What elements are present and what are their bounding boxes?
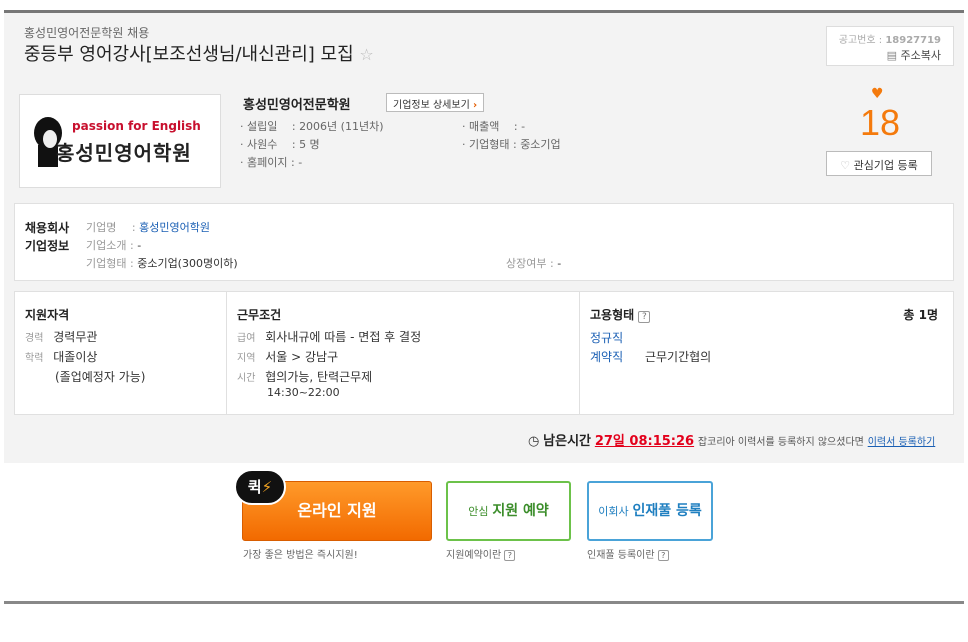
- logo-text-kr: 홍성민영어학원: [56, 141, 192, 165]
- reserve-apply-button[interactable]: 안심 지원 예약: [446, 481, 571, 541]
- employment-type-regular[interactable]: 정규직: [590, 329, 623, 346]
- resume-register-link[interactable]: 이력서 등록하기: [868, 437, 936, 448]
- talent-pool-caption: 인재풀 등록이란 ?: [587, 546, 669, 561]
- employment-type-contract-row: 계약직 근무기간협의: [590, 350, 712, 364]
- heart-icon: ♥: [871, 86, 884, 102]
- revenue-row: · 매출액 : -: [462, 120, 526, 133]
- bottom-line: [4, 601, 964, 604]
- star-icon[interactable]: ☆: [359, 45, 373, 64]
- clock-icon: ◷: [528, 434, 540, 449]
- page-title: 중등부 영어강사[보조선생님/내신관리] 모집 ☆: [24, 44, 374, 65]
- deadline-row: ◷ 남은시간 27일 08:15:26 잡코리아 이력서를 등록하지 않으셨다면…: [528, 434, 936, 449]
- conditions-title: 근무조건: [237, 308, 282, 322]
- company-type-info-row: 기업형태 : 중소기업(300명이하): [86, 257, 238, 270]
- divider: [579, 292, 580, 414]
- time-row: 시간 협의가능, 탄력근무제: [237, 370, 373, 384]
- employees-row: · 사원수 : 5 명: [240, 138, 320, 151]
- online-apply-caption: 가장 좋은 방법은 즉시지원!: [243, 550, 358, 561]
- employment-total: 총 1명: [903, 308, 938, 322]
- notice-label: 공고번호 :: [838, 35, 883, 46]
- company-detail-button[interactable]: 기업정보 상세보기 ›: [386, 93, 485, 112]
- company-info-title: 채용회사 기업정보: [25, 221, 70, 253]
- reserve-caption: 지원예약이란 ?: [446, 546, 516, 561]
- remaining-time: 27일 08:15:26: [594, 434, 695, 449]
- employment-title: 고용형태 ?: [590, 306, 651, 323]
- time-row-2: 14:30~22:00: [267, 386, 340, 399]
- homepage-row: · 홈페이지 : -: [240, 156, 303, 169]
- listed-row: 상장여부 : -: [506, 257, 562, 270]
- talent-pool-button[interactable]: 이회사 인재풀 등록: [587, 481, 713, 541]
- company-name-row: 기업명 : 홍성민영어학원: [86, 221, 210, 234]
- notice-number: 18927719: [885, 35, 941, 46]
- interest-count: 18: [859, 102, 901, 143]
- education-note: (졸업예정자 가능): [55, 370, 146, 384]
- divider: [226, 292, 227, 414]
- career-row: 경력 경력무관: [25, 330, 98, 344]
- salary-row: 급여 회사내규에 따름 - 면접 후 결정: [237, 330, 422, 344]
- heart-outline-icon: ♡: [840, 159, 851, 172]
- lightning-icon: ⚡: [261, 478, 273, 496]
- notice-box: 공고번호 : 18927719 ▤ 주소복사: [826, 26, 954, 66]
- education-row: 학력 대졸이상: [25, 350, 98, 364]
- quick-badge: 퀵⚡: [234, 469, 286, 505]
- chevron-right-icon: ›: [472, 100, 478, 111]
- employment-type-contract[interactable]: 계약직: [590, 350, 623, 364]
- region-row: 지역 서울 > 강남구: [237, 350, 339, 364]
- company-intro-row: 기업소개 : -: [86, 239, 142, 252]
- copy-icon: ▤: [886, 49, 898, 62]
- summary-section: [14, 291, 954, 415]
- founded-row: · 설립일 : 2006년 (11년차): [240, 120, 384, 133]
- company-line: 홍성민영어전문학원 채용: [24, 26, 150, 40]
- company-name-link[interactable]: 홍성민영어학원: [139, 221, 210, 234]
- qualification-title: 지원자격: [25, 308, 70, 322]
- copy-address-button[interactable]: ▤ 주소복사: [887, 47, 941, 63]
- company-logo[interactable]: passion for English 홍성민영어학원: [19, 94, 221, 188]
- help-icon[interactable]: ?: [638, 311, 651, 323]
- interest-register-button[interactable]: ♡ 관심기업 등록: [826, 151, 932, 176]
- company-name[interactable]: 홍성민영어전문학원: [243, 94, 351, 113]
- help-icon[interactable]: ?: [657, 550, 669, 561]
- logo-text-en: passion for English: [72, 119, 201, 133]
- help-icon[interactable]: ?: [504, 550, 516, 561]
- company-type-row: · 기업형태 : 중소기업: [462, 138, 561, 151]
